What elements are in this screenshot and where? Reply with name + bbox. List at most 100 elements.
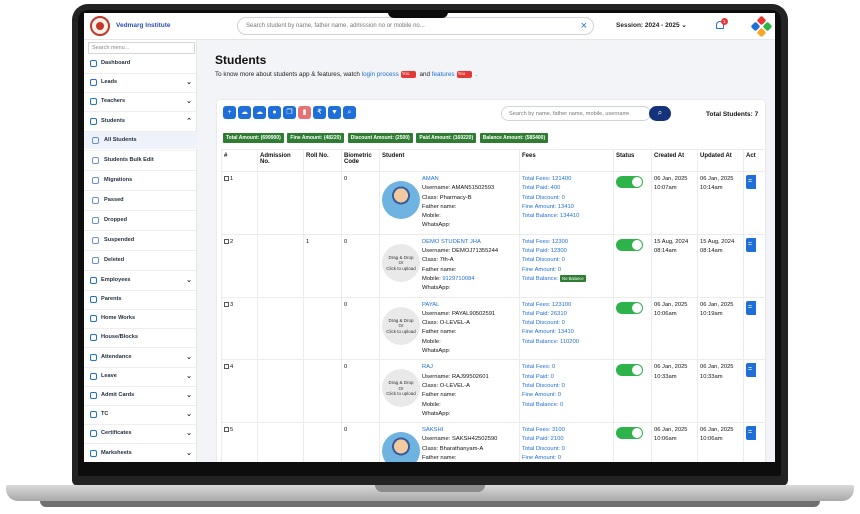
col-header[interactable]: Updated At <box>697 149 744 172</box>
sidebar-item-migrations[interactable]: Migrations <box>84 172 197 189</box>
sidebar-item-attendance[interactable]: Attendance ⌄ <box>84 349 197 366</box>
col-header[interactable]: Fees <box>519 149 614 172</box>
rupee-icon[interactable]: ₹ <box>313 106 326 119</box>
fee-line[interactable]: Fine Amount: 0 <box>522 454 611 462</box>
sidebar-item-home-works[interactable]: Home Works <box>84 310 197 327</box>
col-header[interactable]: Roll No. <box>303 149 342 172</box>
fee-line[interactable]: Total Paid: 400 <box>522 184 611 193</box>
search-icon[interactable]: ⌕ <box>343 106 356 119</box>
col-header[interactable]: Status <box>613 149 652 172</box>
fee-line[interactable]: Total Discount: 0 <box>522 445 611 454</box>
fee-line[interactable]: Total Fees: 3100 <box>522 426 611 435</box>
sidebar-item-certificates[interactable]: Certificates ⌄ <box>84 425 197 442</box>
fee-line[interactable]: Total Discount: 0 <box>522 382 611 391</box>
col-header[interactable]: Created At <box>651 149 698 172</box>
status-toggle[interactable] <box>616 301 643 314</box>
fee-line[interactable]: Total Balance: 110200 <box>522 338 611 347</box>
fee-line[interactable]: Total Balance: <box>522 276 558 282</box>
mobile-number-link[interactable]: 9129710084 <box>442 276 474 282</box>
sidebar-item-admit-cards[interactable]: Admit Cards ⌄ <box>84 387 197 404</box>
status-toggle[interactable] <box>616 176 643 188</box>
sidebar-item-all-students[interactable]: All Students <box>84 131 197 149</box>
menu-icon[interactable] <box>746 300 756 315</box>
features-link[interactable]: features <box>432 71 455 78</box>
student-name-link[interactable]: DEMO STUDENT JHA <box>422 238 498 247</box>
status-toggle[interactable] <box>616 364 643 377</box>
apps-launcher-icon[interactable] <box>750 15 773 38</box>
row-checkbox[interactable] <box>224 175 229 181</box>
fee-line[interactable]: Total Balance: 134410 <box>522 212 611 221</box>
sidebar-item-teachers[interactable]: Teachers ⌄ <box>84 93 197 110</box>
close-icon[interactable]: × <box>581 20 587 32</box>
sidebar-item-students[interactable]: Students ⌃ <box>84 113 197 130</box>
sidebar-item-leave[interactable]: Leave ⌄ <box>84 368 197 385</box>
status-toggle[interactable] <box>616 238 643 251</box>
sidebar-item-dropped[interactable]: Dropped <box>84 212 197 229</box>
delete-icon[interactable]: ▮ <box>298 106 311 119</box>
photo-upload-dropzone[interactable]: Drag & Drop Or Click to upload <box>382 306 420 345</box>
row-checkbox[interactable] <box>224 238 229 244</box>
fee-line[interactable]: Fine Amount: 0 <box>522 266 611 275</box>
search-button[interactable]: ⌕ <box>649 106 671 121</box>
fee-line[interactable]: Total Paid: 26310 <box>522 310 611 319</box>
fee-line[interactable]: Total Balance: 0 <box>522 401 611 410</box>
filter-icon[interactable]: ▼ <box>328 106 341 119</box>
fee-line[interactable]: Fine Amount: 13410 <box>522 328 611 337</box>
menu-icon[interactable] <box>746 237 756 252</box>
cloud-download-icon[interactable]: ☁ <box>253 106 266 119</box>
sidebar-item-deleted[interactable]: Deleted <box>84 252 197 269</box>
add-student-icon[interactable]: + <box>223 106 236 119</box>
fee-line[interactable]: Fine Amount: 13410 <box>522 203 611 212</box>
fee-line[interactable]: Total Fees: 121400 <box>522 175 611 184</box>
sidebar-item-leads[interactable]: Leads ⌄ <box>84 74 197 91</box>
session-selector[interactable]: Session: 2024 - 2025 ⌄ <box>616 21 687 29</box>
sidebar-item-tc[interactable]: TC ⌄ <box>84 406 197 423</box>
fee-line[interactable]: Total Paid: 0 <box>522 373 611 382</box>
fee-line[interactable]: Total Fees: 12300 <box>522 238 611 247</box>
fee-line[interactable]: Total Discount: 0 <box>522 256 611 265</box>
sidebar-item-employees[interactable]: Employees ⌄ <box>84 272 197 289</box>
sidebar-item-students-bulk-edit[interactable]: Students Bulk Edit <box>84 152 197 169</box>
institute-logo[interactable] <box>90 16 110 36</box>
menu-icon[interactable] <box>746 175 756 189</box>
col-header[interactable]: Student <box>379 149 520 172</box>
login-process-link[interactable]: login process <box>362 71 399 78</box>
fee-line[interactable]: Total Paid: 2100 <box>522 435 611 444</box>
photo-upload-dropzone[interactable]: Drag & Drop Or Click to upload <box>382 369 420 408</box>
fee-line[interactable]: Total Discount: 0 <box>522 194 611 203</box>
row-checkbox[interactable] <box>224 301 229 307</box>
sidebar-item-house-blocks[interactable]: House/Blocks <box>84 329 197 346</box>
fee-line[interactable]: Total Fees: 0 <box>522 363 611 372</box>
status-toggle[interactable] <box>616 427 643 440</box>
fee-line[interactable]: Total Fees: 123100 <box>522 301 611 310</box>
global-search-input[interactable]: Search student by name, father name, adm… <box>237 17 594 35</box>
sidebar-item-parents[interactable]: Parents <box>84 291 197 308</box>
student-photo[interactable] <box>382 432 420 462</box>
sidebar-item-passed[interactable]: Passed <box>84 192 197 209</box>
menu-icon[interactable] <box>746 426 756 441</box>
student-name-link[interactable]: AMAN <box>422 175 494 184</box>
col-header[interactable]: Admission No. <box>257 149 304 172</box>
institute-name[interactable]: Vedmarg Institute <box>116 22 171 29</box>
notification-bell-icon[interactable]: 1 <box>715 18 728 30</box>
student-name-link[interactable]: RAJ <box>422 363 489 372</box>
sidebar-item-dashboard[interactable]: Dashboard <box>84 55 197 72</box>
student-photo[interactable] <box>382 181 420 219</box>
sidebar-item-marksheets[interactable]: Marksheets ⌄ <box>84 445 197 462</box>
user-icon[interactable]: ● <box>268 106 281 119</box>
sidebar-search-input[interactable]: Search menu... <box>88 42 195 54</box>
copy-icon[interactable]: ❐ <box>283 106 296 119</box>
col-header[interactable]: Biometric Code <box>341 149 380 172</box>
photo-upload-dropzone[interactable]: Drag & Drop Or Click to upload <box>382 243 420 282</box>
row-checkbox[interactable] <box>224 427 229 433</box>
table-search-input[interactable]: Search by name, father name, mobile, use… <box>501 106 651 121</box>
cloud-upload-icon[interactable]: ☁ <box>238 106 251 119</box>
youtube-icon[interactable] <box>400 71 416 78</box>
row-checkbox[interactable] <box>224 364 229 370</box>
fee-line[interactable]: Total Discount: 0 <box>522 319 611 328</box>
student-name-link[interactable]: SAKSHI <box>422 426 497 435</box>
fee-line[interactable]: Fine Amount: 0 <box>522 391 611 400</box>
sidebar-item-suspended[interactable]: Suspended <box>84 232 197 249</box>
fee-line[interactable]: Total Paid: 12300 <box>522 247 611 256</box>
youtube-icon[interactable] <box>456 71 472 78</box>
